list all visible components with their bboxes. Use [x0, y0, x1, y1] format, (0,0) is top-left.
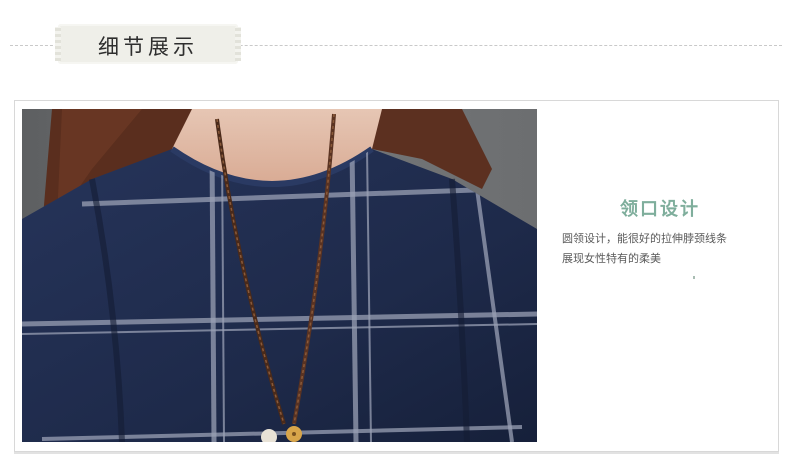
section-header-badge: 细节展示 — [55, 24, 241, 64]
feature-description: 圆领设计，能很好的拉伸脖颈线条 展现女性特有的柔美 — [562, 229, 762, 269]
frame-bottom-border — [14, 452, 779, 454]
product-detail-photo — [22, 109, 537, 442]
section-title: 细节展示 — [98, 35, 198, 59]
collar-closeup-image — [22, 109, 537, 442]
feature-title: 领口设计 — [620, 199, 700, 220]
feature-desc-line-1: 圆领设计，能很好的拉伸脖颈线条 — [562, 232, 727, 245]
feature-desc-line-2: 展现女性特有的柔美 — [562, 252, 661, 265]
decorative-dot — [693, 276, 695, 279]
